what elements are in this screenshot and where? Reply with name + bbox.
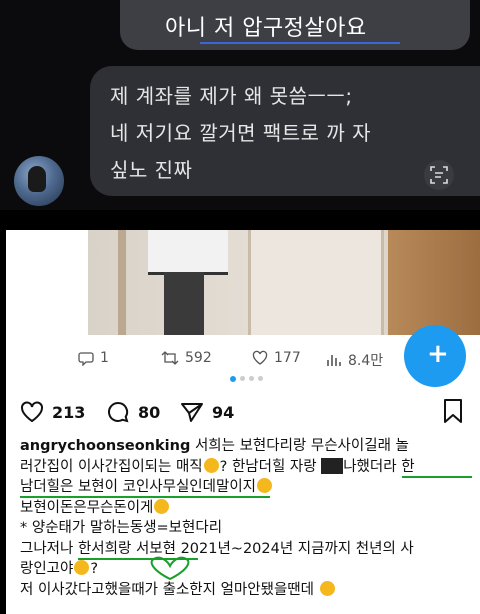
reply-stat[interactable]: 1	[78, 350, 109, 366]
avatar[interactable]	[14, 156, 64, 206]
bar-chart-icon	[327, 355, 341, 366]
caption-line-2b: ? 한남더힐 자랑	[219, 458, 322, 475]
caption-line-4: 보현이돈은무슨돈이게	[20, 499, 154, 516]
retweet-icon	[161, 351, 179, 365]
emoji-icon	[74, 560, 90, 575]
photo-person-legs	[164, 272, 204, 335]
caption-line-8: 저 이사갔다고했을때가 출소한지 얼마안됐을땐데	[20, 581, 314, 598]
scan-text-icon[interactable]	[424, 160, 454, 190]
post-screenshot: 1 592 177 8.4만 + 213 80 94 angrychoonseo…	[6, 230, 480, 614]
message-2-line-3: 싶노 진짜	[110, 158, 193, 182]
photo-door	[388, 230, 480, 335]
blue-underline-annotation	[200, 42, 400, 44]
emoji-icon	[319, 580, 335, 596]
carousel-dot	[240, 376, 245, 381]
comment-icon	[108, 401, 129, 423]
message-2-line-1: 제 계좌를 제가 왜 못씀ㅡㅡ;	[110, 84, 353, 108]
carousel-dot	[258, 376, 263, 381]
carousel-dot-active	[230, 376, 236, 382]
post-comment-count: 80	[138, 402, 161, 422]
post-caption: angrychoonseonking 서희는 보현다리랑 무슨사이길래 놀 러간…	[20, 436, 476, 600]
message-2-line-2: 네 저기요 깔거면 팩트로 까 자	[110, 121, 372, 145]
carousel-dot	[249, 376, 254, 381]
carousel-dots[interactable]	[230, 376, 263, 382]
comment-button[interactable]: 80	[106, 401, 160, 423]
post-username[interactable]: angrychoonseonking	[20, 438, 190, 454]
green-heart-annotation	[150, 556, 190, 581]
photo-frame-edge	[118, 230, 126, 335]
retweet-count: 592	[185, 350, 212, 366]
heart-icon	[21, 401, 43, 423]
post-action-bar: 213 80 94	[20, 398, 470, 428]
like-count: 177	[274, 350, 301, 366]
photo-wall	[248, 230, 384, 335]
chat-screenshot: 아니 저 압구정살아요 제 계좌를 제가 왜 못씀ㅡㅡ; 네 저기요 깔거면 팩…	[0, 0, 480, 210]
caption-line-5: * 양순태가 말하는동생=보현다리	[20, 520, 223, 536]
views-count: 8.4만	[348, 353, 384, 369]
heart-outline-icon	[252, 350, 268, 365]
like-stat[interactable]: 177	[252, 350, 301, 366]
message-bubble-1: 아니 저 압구정살아요	[120, 0, 470, 50]
retweet-stat[interactable]: 592	[161, 350, 212, 366]
plus-icon: +	[427, 339, 449, 369]
caption-line-6: 그나저나 한서희랑 서보현 2021년~2024년 지금까지 천년의 사	[20, 540, 414, 557]
caption-line-2c: 나했더라 한	[343, 458, 415, 475]
emoji-icon	[257, 478, 272, 493]
compose-button[interactable]: +	[404, 325, 466, 387]
message-bubble-2: 제 계좌를 제가 왜 못씀ㅡㅡ; 네 저기요 깔거면 팩트로 까 자 싶노 진짜	[90, 66, 480, 196]
emoji-icon	[203, 457, 219, 473]
reply-count: 1	[100, 350, 109, 366]
caption-line-7b: ?	[90, 561, 99, 577]
emoji-icon	[154, 498, 170, 514]
reply-icon	[78, 352, 94, 366]
caption-line-7: 랑인고야	[20, 561, 74, 577]
photo-person-top	[148, 230, 228, 275]
caption-line-3: 남더힐은 보현이 코인사무실인데말이지	[20, 479, 256, 495]
post-like-count: 213	[52, 402, 86, 422]
message-1-text: 아니 저 압구정살아요	[165, 16, 367, 41]
caption-line-1: 서희는 보현다리랑 무슨사이길래 놀	[194, 438, 409, 454]
views-stat[interactable]: 8.4만	[326, 350, 383, 370]
send-icon	[181, 403, 203, 422]
bookmark-button[interactable]	[442, 398, 464, 428]
redaction-mark	[321, 457, 344, 474]
post-share-count: 94	[212, 402, 235, 422]
like-button[interactable]: 213	[20, 401, 85, 423]
share-button[interactable]: 94	[180, 401, 234, 423]
bookmark-icon	[444, 399, 462, 423]
caption-line-2: 러간집이 이사간집이되는 매직	[20, 458, 203, 475]
tweet-photo[interactable]	[88, 230, 480, 335]
